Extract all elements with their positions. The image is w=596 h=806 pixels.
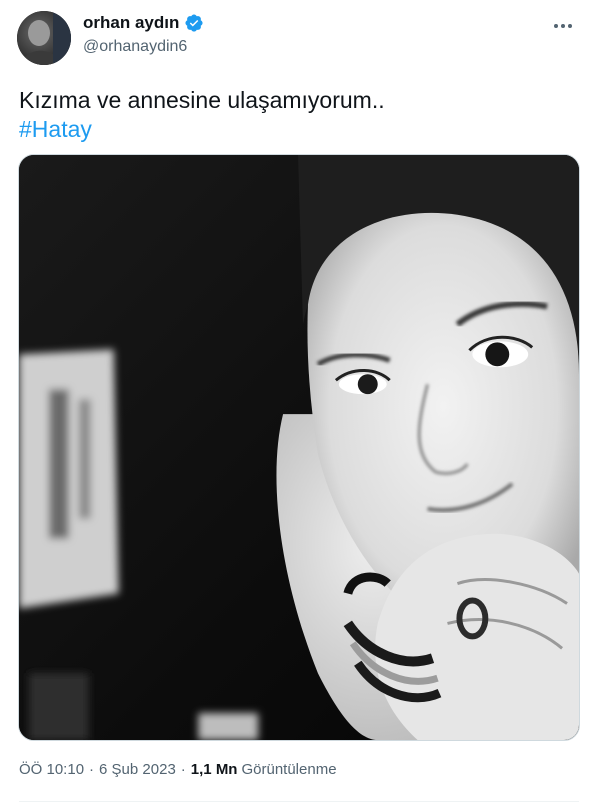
tweet-date[interactable]: 6 Şub 2023 (99, 761, 176, 778)
tweet-text-line: Kızıma ve annesine ulaşamıyorum.. (19, 87, 385, 113)
tweet-article[interactable]: orhan aydın @orhanaydin6 Kızıma ve annes… (0, 0, 596, 806)
more-options-icon (554, 24, 558, 28)
more-options-button[interactable] (548, 14, 578, 38)
author-name-row[interactable]: orhan aydın (83, 13, 204, 33)
meta-separator: · (180, 761, 186, 778)
verified-badge-icon (185, 14, 203, 32)
views-label: Görüntülenme (241, 761, 337, 778)
display-name[interactable]: orhan aydın (83, 13, 179, 33)
tweet-meta: ÖÖ 10:10 · 6 Şub 2023 · 1,1 Mn Görüntüle… (19, 761, 337, 778)
photo-image (19, 155, 579, 740)
views-count: 1,1 Mn (190, 761, 238, 778)
tweet-time[interactable]: ÖÖ 10:10 (19, 761, 84, 778)
divider (19, 801, 579, 802)
meta-separator: · (89, 761, 95, 778)
tweet-text: Kızıma ve annesine ulaşamıyorum.. #Hatay (19, 86, 579, 144)
author-handle[interactable]: @orhanaydin6 (83, 38, 187, 56)
avatar[interactable] (17, 11, 71, 65)
tweet-photo[interactable] (18, 154, 580, 741)
hashtag-link[interactable]: #Hatay (19, 116, 92, 142)
